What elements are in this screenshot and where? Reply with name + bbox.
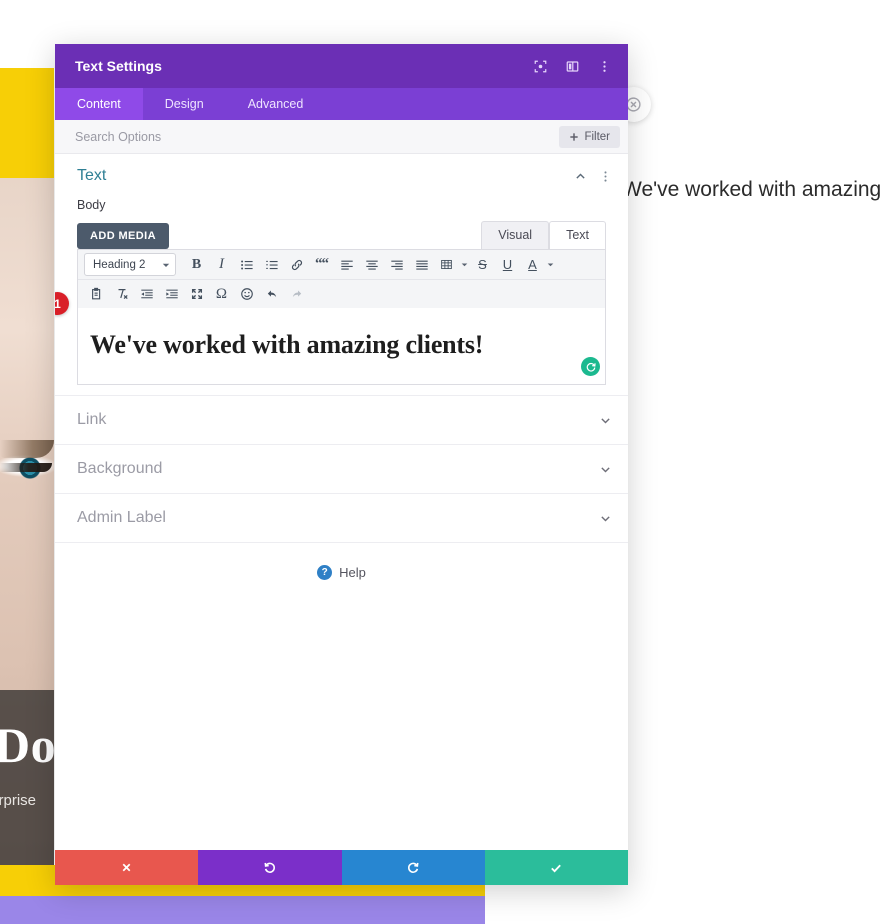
- tab-text[interactable]: Text: [549, 221, 606, 249]
- paste-as-text-icon[interactable]: [84, 283, 109, 305]
- fullscreen-icon[interactable]: [184, 283, 209, 305]
- bg-hero-heading: Do: [0, 717, 57, 773]
- section-header-text[interactable]: Text: [55, 154, 628, 198]
- more-vertical-icon[interactable]: [596, 58, 612, 74]
- underline-icon[interactable]: U: [495, 254, 520, 276]
- check-icon: [551, 864, 562, 872]
- bullet-list-icon[interactable]: [234, 254, 259, 276]
- tab-content[interactable]: Content: [55, 88, 143, 120]
- more-vertical-icon[interactable]: [599, 170, 612, 183]
- outdent-icon[interactable]: [134, 283, 159, 305]
- modal-body: Text Body ADD MEDIA Visual Text Heading …: [55, 154, 628, 850]
- accordion-admin-label[interactable]: Admin Label: [55, 493, 628, 542]
- table-caret-down-icon[interactable]: [459, 261, 470, 268]
- bg-photo-brow: [0, 440, 54, 458]
- redo-icon: [408, 862, 419, 873]
- chevron-up-icon[interactable]: [574, 170, 587, 183]
- indent-icon[interactable]: [159, 283, 184, 305]
- modal-header: Text Settings: [55, 44, 628, 88]
- focus-module-icon[interactable]: [532, 58, 548, 74]
- body-field-label: Body: [77, 198, 106, 212]
- plus-icon: [570, 132, 579, 141]
- align-left-icon[interactable]: [334, 254, 359, 276]
- add-media-button[interactable]: ADD MEDIA: [77, 223, 169, 249]
- align-center-icon[interactable]: [359, 254, 384, 276]
- bg-purple-band: [0, 896, 485, 924]
- section-title: Text: [77, 167, 107, 184]
- undo-button[interactable]: [198, 850, 342, 885]
- align-right-icon[interactable]: [384, 254, 409, 276]
- chevron-down-icon[interactable]: [599, 512, 612, 525]
- chevron-down-icon[interactable]: [599, 463, 612, 476]
- bg-photo-lash: [0, 463, 52, 472]
- chevron-down-icon[interactable]: [599, 414, 612, 427]
- save-button[interactable]: [484, 850, 628, 885]
- undo-icon: [264, 862, 275, 873]
- undo-icon[interactable]: [259, 283, 284, 305]
- strikethrough-icon[interactable]: S: [470, 254, 495, 276]
- bg-section-heading: We've worked with amazing: [622, 178, 880, 201]
- filter-button[interactable]: Filter: [559, 125, 620, 148]
- blockquote-icon[interactable]: ““: [309, 254, 334, 276]
- accordion-admin-label-label: Admin Label: [77, 509, 166, 526]
- editor-mode-tabs: Visual Text: [481, 221, 606, 249]
- link-icon[interactable]: [284, 254, 309, 276]
- accordion-background[interactable]: Background: [55, 444, 628, 493]
- reset-circle-icon[interactable]: [581, 357, 600, 376]
- editor-top-bar: ADD MEDIA Visual Text: [77, 221, 606, 249]
- filter-button-label: Filter: [584, 130, 610, 143]
- accordion-background-label: Background: [77, 460, 163, 477]
- align-justify-icon[interactable]: [409, 254, 434, 276]
- modal-footer: [55, 850, 628, 885]
- emoji-icon[interactable]: [234, 283, 259, 305]
- special-character-icon[interactable]: Ω: [209, 283, 234, 305]
- modal-tab-bar: Content Design Advanced: [55, 88, 628, 120]
- editor-heading-text[interactable]: We've worked with amazing clients!: [90, 330, 583, 360]
- modal-title: Text Settings: [75, 58, 162, 74]
- text-color-icon[interactable]: A: [520, 254, 545, 276]
- redo-icon[interactable]: [284, 283, 309, 305]
- help-row: ? Help: [55, 542, 628, 580]
- cancel-button[interactable]: [55, 850, 199, 885]
- clear-formatting-icon[interactable]: [109, 283, 134, 305]
- editor-toolbar-row-2: Ω: [78, 279, 605, 308]
- redo-button[interactable]: [341, 850, 485, 885]
- tab-design[interactable]: Design: [143, 88, 226, 120]
- text-color-caret-down-icon[interactable]: [545, 261, 556, 268]
- search-input[interactable]: [75, 129, 560, 144]
- tab-visual[interactable]: Visual: [481, 221, 550, 249]
- editor-toolbar-row-1: Heading 2 B I ““ S U A: [78, 250, 605, 279]
- modal-header-icons: [532, 58, 612, 74]
- accordion-link[interactable]: Link: [55, 395, 628, 444]
- editor-content-area[interactable]: 1 We've worked with amazing clients!: [55, 292, 605, 384]
- format-select[interactable]: Heading 2: [84, 253, 176, 276]
- text-settings-modal: Text Settings Content Design Advanced Se…: [55, 44, 628, 885]
- bg-yellow-block: [0, 68, 54, 178]
- question-circle-icon[interactable]: ?: [317, 565, 333, 580]
- caret-down-icon: [162, 263, 170, 267]
- help-link[interactable]: Help: [339, 565, 366, 580]
- panel-layout-icon[interactable]: [564, 58, 580, 74]
- format-select-value: Heading 2: [93, 258, 146, 271]
- bg-hero-subtext: terprise: [0, 792, 37, 809]
- italic-icon[interactable]: I: [209, 254, 234, 276]
- table-icon[interactable]: [434, 254, 459, 276]
- x-icon: [122, 863, 131, 872]
- step-badge: 1: [55, 292, 69, 315]
- search-options-bar: Filter: [55, 120, 628, 154]
- wysiwyg-editor: Heading 2 B I ““ S U A Ω 1 We've worked …: [55, 249, 606, 385]
- tab-advanced[interactable]: Advanced: [226, 88, 326, 120]
- bold-icon[interactable]: B: [184, 254, 209, 276]
- numbered-list-icon[interactable]: [259, 254, 284, 276]
- body-field: Body ADD MEDIA Visual Text Heading 2 B I: [55, 198, 628, 395]
- accordion-link-label: Link: [77, 411, 107, 428]
